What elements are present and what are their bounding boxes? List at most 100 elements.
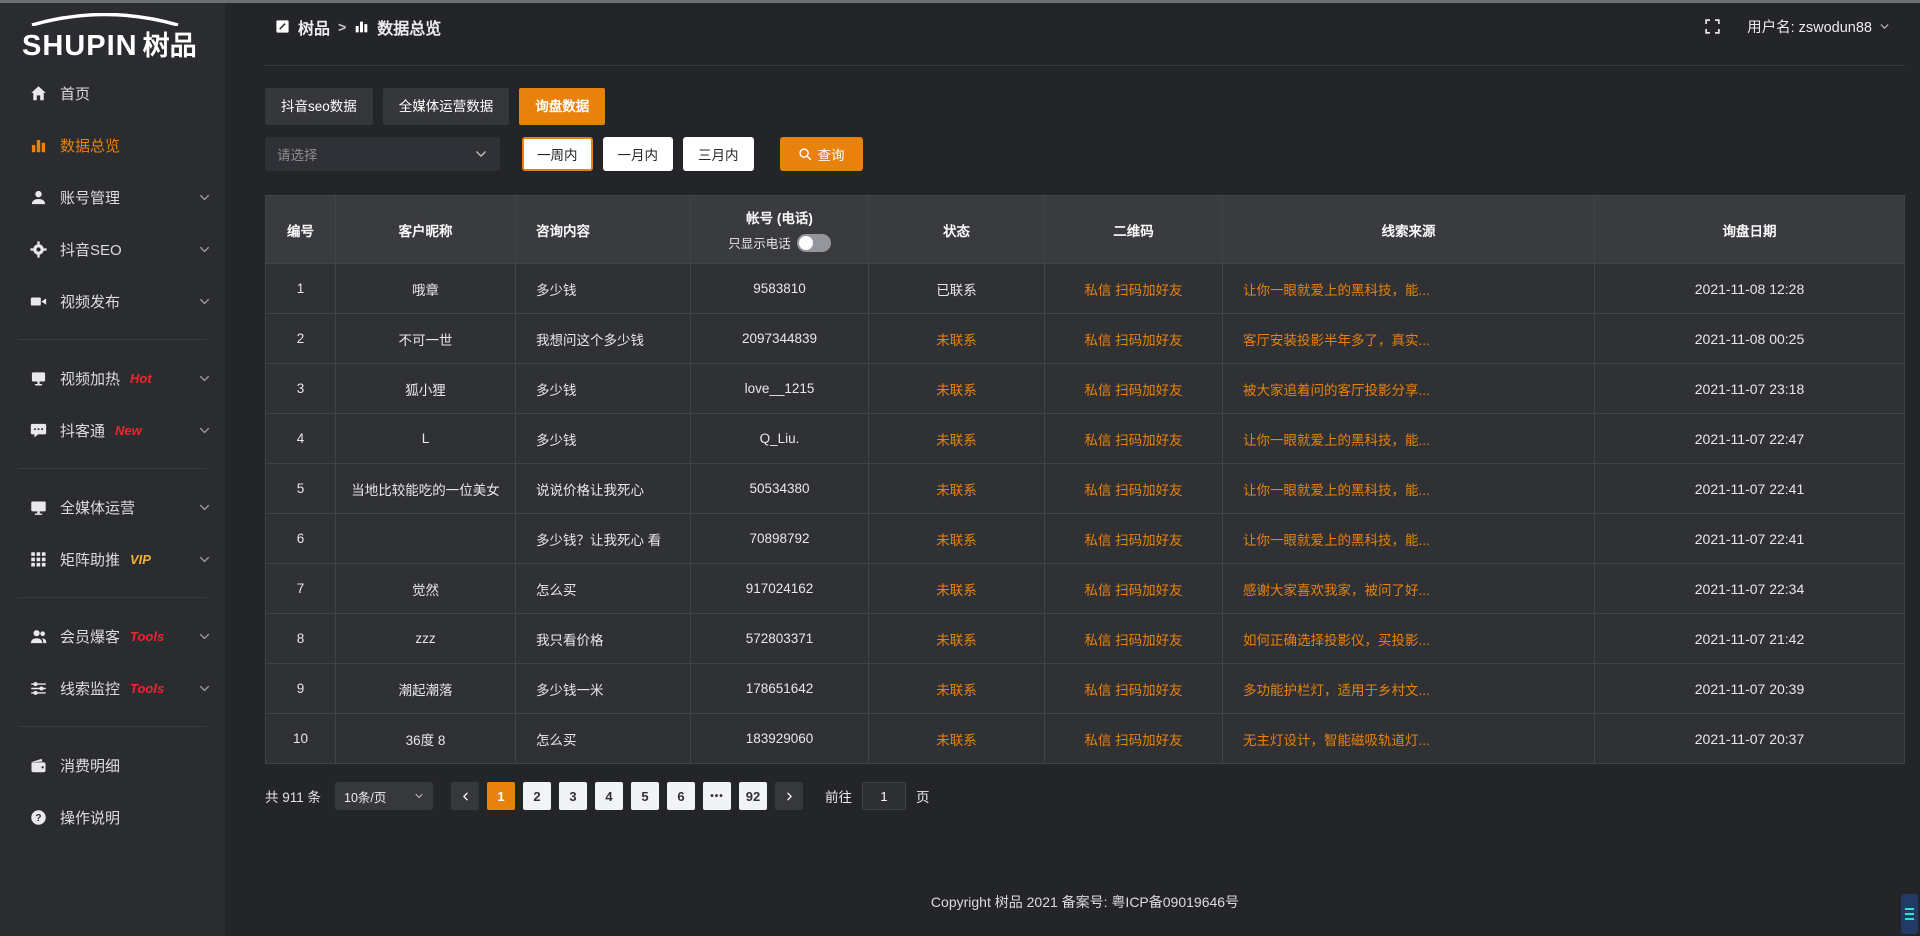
page-button[interactable]: 3: [559, 782, 587, 810]
cell-lead-source[interactable]: 多功能护栏灯，适用于乡村文...: [1223, 664, 1595, 714]
sidebar-item[interactable]: 视频发布: [0, 275, 225, 327]
cell-lead-source[interactable]: 如何正确选择投影仪，买投影...: [1223, 614, 1595, 664]
sidebar-item[interactable]: 抖客通New: [0, 404, 225, 456]
period-button[interactable]: 一月内: [603, 137, 674, 171]
cell-lead-source[interactable]: 让你一眼就爱上的黑科技，能...: [1223, 514, 1595, 564]
sidebar-item[interactable]: 账号管理: [0, 171, 225, 223]
sidebar-item[interactable]: 视频加热Hot: [0, 352, 225, 404]
filter-row: 请选择 一周内一月内三月内 查询: [265, 137, 1905, 171]
sidebar-item[interactable]: 矩阵助推VIP: [0, 533, 225, 585]
sidebar-item[interactable]: 线索监控Tools: [0, 662, 225, 714]
sidebar-item[interactable]: 抖音SEO: [0, 223, 225, 275]
cell-qrcode-links[interactable]: 私信 扫码加好友: [1045, 464, 1223, 514]
search-button-label: 查询: [818, 144, 845, 164]
page-ellipsis-button[interactable]: •••: [703, 782, 731, 810]
cell-content: 我想问这个多少钱: [516, 314, 691, 364]
cell-account: 2097344839: [691, 314, 869, 364]
cell-inquiry-date: 2021-11-08 12:28: [1595, 264, 1905, 314]
sidebar-item[interactable]: 首页: [0, 67, 225, 119]
goto-unit: 页: [916, 786, 930, 806]
cell-qrcode-links[interactable]: 私信 扫码加好友: [1045, 314, 1223, 364]
table-row: 6多少钱？让我死心 看70898792未联系私信 扫码加好友让你一眼就爱上的黑科…: [266, 514, 1905, 564]
cell-qrcode-links[interactable]: 私信 扫码加好友: [1045, 564, 1223, 614]
breadcrumb-item-current: 数据总览: [377, 15, 441, 39]
cell-account: Q_Liu.: [691, 414, 869, 464]
page-button[interactable]: 1: [487, 782, 515, 810]
user-group-icon: [30, 628, 47, 645]
cell-qrcode-links[interactable]: 私信 扫码加好友: [1045, 264, 1223, 314]
cell-lead-source[interactable]: 感谢大家喜欢我家，被问了好...: [1223, 564, 1595, 614]
table-row: 1036度 8怎么买183929060未联系私信 扫码加好友无主灯设计，智能磁吸…: [266, 714, 1905, 764]
cell-lead-source[interactable]: 让你一眼就爱上的黑科技，能...: [1223, 264, 1595, 314]
header-divider: [265, 65, 1905, 66]
chevron-down-icon: [1879, 21, 1890, 32]
home-icon: [30, 85, 47, 102]
cell-no: 6: [266, 514, 336, 564]
phone-only-toggle[interactable]: [797, 234, 831, 252]
cell-qrcode-links[interactable]: 私信 扫码加好友: [1045, 614, 1223, 664]
cell-qrcode-links[interactable]: 私信 扫码加好友: [1045, 714, 1223, 764]
cell-lead-source[interactable]: 让你一眼就爱上的黑科技，能...: [1223, 464, 1595, 514]
sidebar-item-label: 会员爆客: [60, 626, 120, 647]
floating-widget[interactable]: [1901, 894, 1918, 934]
cell-nickname: 不可一世: [336, 314, 516, 364]
sidebar-item[interactable]: 全媒体运营: [0, 481, 225, 533]
chevron-down-icon: [198, 553, 211, 566]
tab-item[interactable]: 全媒体运营数据: [383, 88, 510, 125]
page-size-select[interactable]: 10条/页: [335, 782, 433, 810]
sidebar-item[interactable]: 数据总览: [0, 119, 225, 171]
table-body: 1哦章多少钱9583810已联系私信 扫码加好友让你一眼就爱上的黑科技，能...…: [266, 264, 1905, 764]
column-header: 咨询内容: [516, 196, 691, 264]
cell-lead-source[interactable]: 客厅安装投影半年多了，真实...: [1223, 314, 1595, 364]
main-area: 树品 > 数据总览 用户名: zswodun88 抖音seo数据全媒体运营数据询…: [225, 3, 1920, 936]
fullscreen-icon[interactable]: [1704, 18, 1721, 35]
prev-page-button[interactable]: [451, 782, 479, 810]
next-page-button[interactable]: [775, 782, 803, 810]
svg-text:?: ?: [35, 812, 41, 823]
cell-lead-source[interactable]: 让你一眼就爱上的黑科技，能...: [1223, 414, 1595, 464]
app-logo[interactable]: SHUPIN 树品: [0, 3, 225, 61]
breadcrumb-item-home[interactable]: 树品: [298, 15, 330, 39]
cell-lead-source[interactable]: 无主灯设计，智能磁吸轨道灯...: [1223, 714, 1595, 764]
cell-no: 5: [266, 464, 336, 514]
table-row: 8zzz我只看价格572803371未联系私信 扫码加好友如何正确选择投影仪，买…: [266, 614, 1905, 664]
sidebar-item-badge: Hot: [130, 371, 152, 386]
cell-no: 9: [266, 664, 336, 714]
cell-lead-source[interactable]: 被大家追着问的客厅投影分享...: [1223, 364, 1595, 414]
chevron-left-icon: [460, 791, 471, 802]
sidebar-item[interactable]: 消费明细: [0, 739, 225, 791]
cell-account: 572803371: [691, 614, 869, 664]
tab-item[interactable]: 抖音seo数据: [265, 88, 373, 125]
period-button[interactable]: 一周内: [522, 137, 593, 171]
cell-qrcode-links[interactable]: 私信 扫码加好友: [1045, 514, 1223, 564]
chevron-right-icon: [784, 791, 795, 802]
cell-qrcode-links[interactable]: 私信 扫码加好友: [1045, 664, 1223, 714]
tab-active[interactable]: 询盘数据: [519, 88, 605, 125]
cell-qrcode-links[interactable]: 私信 扫码加好友: [1045, 364, 1223, 414]
filter-select[interactable]: 请选择: [265, 137, 500, 171]
table-row: 2不可一世我想问这个多少钱2097344839未联系私信 扫码加好友客厅安装投影…: [266, 314, 1905, 364]
cell-qrcode-links[interactable]: 私信 扫码加好友: [1045, 414, 1223, 464]
search-button[interactable]: 查询: [780, 137, 863, 171]
sidebar-item[interactable]: 会员爆客Tools: [0, 610, 225, 662]
table-row: 1哦章多少钱9583810已联系私信 扫码加好友让你一眼就爱上的黑科技，能...…: [266, 264, 1905, 314]
content-area: 抖音seo数据全媒体运营数据询盘数据 请选择 一周内一月内三月内 查询 编号客户…: [225, 50, 1920, 936]
page-button[interactable]: 4: [595, 782, 623, 810]
page-button[interactable]: 6: [667, 782, 695, 810]
cell-no: 8: [266, 614, 336, 664]
cell-content: 多少钱一米: [516, 664, 691, 714]
video-icon: [30, 293, 47, 310]
sidebar-item-label: 操作说明: [60, 807, 120, 828]
cell-account: 70898792: [691, 514, 869, 564]
page-buttons: 123456 ••• 92: [487, 782, 767, 810]
cell-status: 未联系: [869, 614, 1045, 664]
chevron-down-icon: [198, 424, 211, 437]
user-menu[interactable]: 用户名: zswodun88: [1747, 16, 1890, 37]
period-button[interactable]: 三月内: [683, 137, 754, 171]
page-button[interactable]: 5: [631, 782, 659, 810]
page-button[interactable]: 92: [739, 782, 767, 810]
cell-no: 7: [266, 564, 336, 614]
sidebar-item[interactable]: ? 操作说明: [0, 791, 225, 843]
page-button[interactable]: 2: [523, 782, 551, 810]
goto-page-input[interactable]: [862, 782, 906, 810]
